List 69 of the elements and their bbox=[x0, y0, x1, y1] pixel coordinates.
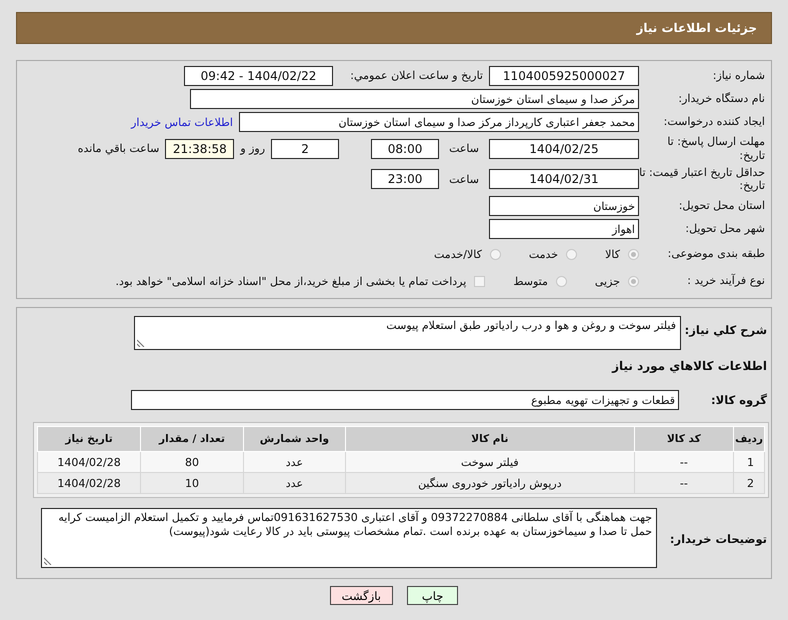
radio-label: خدمت bbox=[528, 248, 558, 260]
field-label: نوع فرآیند خرید : bbox=[686, 274, 765, 288]
buyer-contact-link[interactable]: اطلاعات تماس خریدار bbox=[131, 116, 233, 128]
field-label: شماره نیاز: bbox=[712, 69, 765, 83]
table-cell: 1404/02/28 bbox=[38, 472, 141, 494]
resize-grip-icon bbox=[44, 557, 52, 565]
table-cell: 80 bbox=[140, 452, 244, 472]
table-cell: 1 bbox=[734, 452, 764, 472]
column-header: ردیف bbox=[734, 426, 764, 452]
table-cell: -- bbox=[634, 472, 734, 494]
summary-text-area[interactable]: فیلتر سوخت و روغن و هوا و درب رادیاتور طبق استعلام پیوست bbox=[134, 316, 681, 350]
column-header: واحد شمارش bbox=[243, 426, 346, 452]
deadline-date-field[interactable]: 1404/02/25 bbox=[489, 138, 639, 159]
table-cell: فیلتر سوخت bbox=[346, 452, 634, 472]
field-label: گروه کالا: bbox=[710, 392, 767, 408]
radio-label: متوسط bbox=[513, 274, 548, 288]
field-label: حداقل تاریخ اعتبار قیمت: تا تاریخ: bbox=[639, 166, 765, 193]
radio-button[interactable] bbox=[628, 276, 639, 286]
province-field[interactable]: خوزستان bbox=[489, 196, 639, 216]
days-field[interactable]: 2 bbox=[271, 138, 340, 159]
section-heading: اطلاعات كالاهاي مورد نياز bbox=[612, 359, 767, 373]
days-label: روز و bbox=[240, 142, 266, 156]
column-header: کد کالا bbox=[634, 426, 734, 452]
creator-field[interactable]: محمد جعفر اعتباری کارپرداز مرکز صدا و سیمای استان خوزستان bbox=[239, 112, 639, 132]
column-header: تاریخ نیاز bbox=[38, 426, 141, 452]
radio-button[interactable] bbox=[566, 248, 578, 260]
column-header: نام کالا bbox=[346, 426, 634, 452]
print-button[interactable]: چاپ bbox=[406, 586, 458, 605]
checkbox[interactable] bbox=[474, 276, 486, 286]
time-label: ساعت bbox=[449, 172, 479, 186]
validity-time-field[interactable]: 23:00 bbox=[371, 169, 440, 190]
remaining-time-field: 21:38:58 bbox=[165, 138, 234, 159]
buyer-notes-text-area[interactable]: جهت هماهنگی با آقای سلطانی 09372270884 و آقای اعتباری 091631627530تماس فرمایید و تکمیل استعلام الزامیست کرایه حمل تا صدا و سیماخوزستان به عهده برنده است .تمام مشخصات پیوستی باید در کالا رعایت شود(پیوست) bbox=[41, 508, 657, 568]
field-label: استان محل تحویل: bbox=[678, 199, 765, 213]
back-button[interactable]: بازگشت bbox=[330, 586, 393, 605]
city-field[interactable]: اهواز bbox=[489, 219, 639, 239]
resize-grip-icon bbox=[137, 339, 145, 347]
field-label: نام دستگاه خریدار: bbox=[677, 92, 765, 106]
deadline-time-field[interactable]: 08:00 bbox=[371, 138, 440, 159]
radio-button[interactable] bbox=[490, 248, 501, 260]
goods-group-field[interactable]: قطعات و تجهیزات تهویه مطبوع bbox=[131, 390, 679, 410]
field-label: ایجاد کننده درخواست: bbox=[662, 115, 765, 129]
table-cell: 2 bbox=[734, 472, 764, 494]
time-label: ساعت bbox=[449, 142, 479, 156]
validity-date-field[interactable]: 1404/02/31 bbox=[489, 169, 639, 190]
table-cell: درپوش رادیاتور خودروی سنگین bbox=[346, 472, 634, 494]
field-label: طبقه بندی موضوعی: bbox=[666, 247, 765, 261]
column-header: تعداد / مقدار bbox=[140, 426, 244, 452]
table-cell: 1404/02/28 bbox=[38, 452, 141, 472]
announce-date-field[interactable]: 1404/02/22 - 09:42 bbox=[184, 66, 333, 86]
checkbox-label: پرداخت تمام یا بخشی از مبلغ خرید،از محل "اسناد خزانه اسلامی" خواهد بود. bbox=[116, 274, 466, 288]
field-label: شهر محل تحویل: bbox=[684, 222, 765, 236]
field-label: مهلت ارسال پاسخ: تا تاریخ: bbox=[666, 135, 765, 162]
radio-button[interactable] bbox=[556, 276, 567, 286]
buyer-org-field[interactable]: مرکز صدا و سیمای استان خوزستان bbox=[190, 89, 639, 109]
radio-button[interactable] bbox=[628, 248, 639, 260]
table-cell: عدد bbox=[243, 452, 346, 472]
table-cell: -- bbox=[634, 452, 734, 472]
remaining-label: ساعت باقي مانده bbox=[78, 142, 160, 156]
page-title: جزئیات اطلاعات نیاز bbox=[636, 21, 757, 35]
table-cell: عدد bbox=[243, 472, 346, 494]
field-label: توضیحات خریدار: bbox=[668, 531, 767, 546]
need-number-field[interactable]: 1104005925000027 bbox=[489, 66, 639, 86]
field-label: شرح كلي نياز: bbox=[684, 322, 767, 338]
field-label: تاریخ و ساعت اعلان عمومي: bbox=[349, 69, 483, 83]
radio-label: کالا bbox=[605, 248, 620, 260]
table-cell: 10 bbox=[140, 472, 244, 494]
radio-label: کالا/خدمت bbox=[434, 248, 482, 260]
radio-label: جزیی bbox=[594, 274, 620, 288]
